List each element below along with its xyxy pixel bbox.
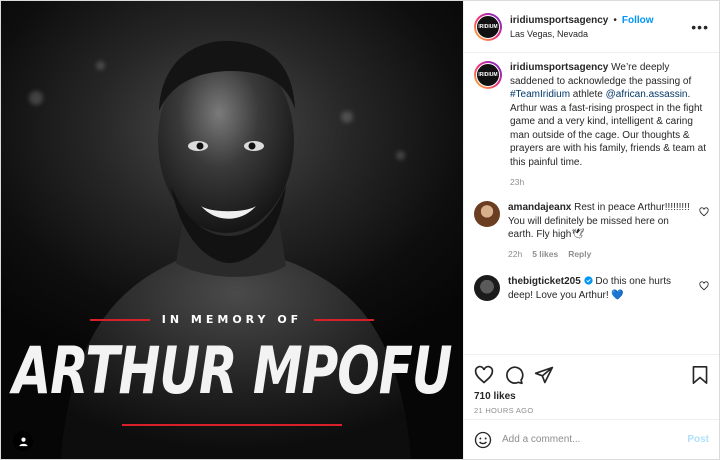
poster-info: iridiumsportsagency • Follow Las Vegas, …: [510, 15, 683, 39]
athlete-name: ARTHUR MPOFU: [12, 333, 452, 409]
post-image[interactable]: IN MEMORY OF ARTHUR MPOFU: [1, 1, 463, 459]
comment-username[interactable]: amandajeanx: [508, 202, 571, 213]
comment-likes[interactable]: 5 likes: [532, 248, 558, 262]
verified-badge-icon: [583, 276, 593, 285]
comment-item: amandajeanx Rest in peace Arthur!!!!!!!!…: [474, 201, 709, 273]
poster-username[interactable]: iridiumsportsagency: [510, 15, 608, 26]
red-divider-right: [314, 318, 375, 321]
post-header: IRIDIUM iridiumsportsagency • Follow Las…: [464, 1, 719, 53]
comment-text: amandajeanx Rest in peace Arthur!!!!!!!!…: [508, 201, 695, 242]
instagram-post: IN MEMORY OF ARTHUR MPOFU IRIDIUM iridiu…: [0, 0, 720, 460]
caption-text: iridiumsportsagency We’re deeply saddene…: [510, 61, 709, 169]
commenter-avatar[interactable]: [474, 275, 500, 301]
bookmark-icon[interactable]: [691, 365, 709, 385]
caption-avatar[interactable]: IRIDIUM: [474, 61, 502, 89]
poster-avatar[interactable]: IRIDIUM: [474, 12, 502, 41]
avatar-logo-text: IRIDIUM: [478, 72, 498, 78]
more-options-icon[interactable]: •••: [691, 19, 709, 35]
comment-input[interactable]: [502, 434, 678, 445]
memory-heading: IN MEMORY OF: [161, 313, 303, 326]
add-comment-bar: Post: [464, 419, 719, 459]
post-actions: 710 likes 21 HOURS AGO: [464, 354, 719, 419]
comment-heart-icon[interactable]: [699, 207, 709, 217]
post-timestamp[interactable]: 21 HOURS AGO: [474, 406, 709, 415]
memory-heading-row: IN MEMORY OF: [1, 313, 463, 326]
comment-icon[interactable]: [504, 365, 524, 385]
commenter-avatar[interactable]: [474, 201, 500, 227]
heart-icon[interactable]: [474, 365, 494, 385]
post-side-panel: IRIDIUM iridiumsportsagency • Follow Las…: [463, 1, 719, 459]
caption-mention[interactable]: @african.assassin: [606, 89, 688, 100]
avatar-logo-text: IRIDIUM: [478, 23, 498, 30]
comments-section: IRIDIUM iridiumsportsagency We’re deeply…: [464, 53, 719, 354]
separator-dot: •: [613, 14, 617, 26]
post-location[interactable]: Las Vegas, Nevada: [510, 29, 683, 39]
comment-heart-icon[interactable]: [699, 281, 709, 291]
user-tag-icon[interactable]: [13, 431, 33, 451]
red-divider-bottom: [122, 424, 342, 426]
caption-time[interactable]: 23h: [510, 177, 524, 187]
likes-count[interactable]: 710 likes: [474, 391, 709, 402]
caption-hashtag[interactable]: #TeamIridium: [510, 89, 570, 100]
caption-body-2: athlete: [570, 89, 606, 100]
emoji-icon[interactable]: [474, 431, 492, 449]
red-divider-left: [89, 318, 150, 321]
comment-item: thebigticket205 Do this one hurts deep! …: [474, 275, 709, 302]
comment-username[interactable]: thebigticket205: [508, 276, 581, 287]
caption-body-3: . Arthur was a fast-rising prospect in t…: [510, 89, 706, 168]
comment-time[interactable]: 22h: [508, 248, 522, 262]
follow-button[interactable]: Follow: [622, 15, 654, 26]
share-icon[interactable]: [534, 365, 554, 385]
post-caption: IRIDIUM iridiumsportsagency We’re deeply…: [474, 61, 709, 201]
post-comment-button[interactable]: Post: [687, 434, 709, 445]
comment-text: thebigticket205 Do this one hurts deep! …: [508, 275, 695, 302]
reply-button[interactable]: Reply: [568, 248, 591, 262]
caption-username[interactable]: iridiumsportsagency: [510, 62, 608, 73]
